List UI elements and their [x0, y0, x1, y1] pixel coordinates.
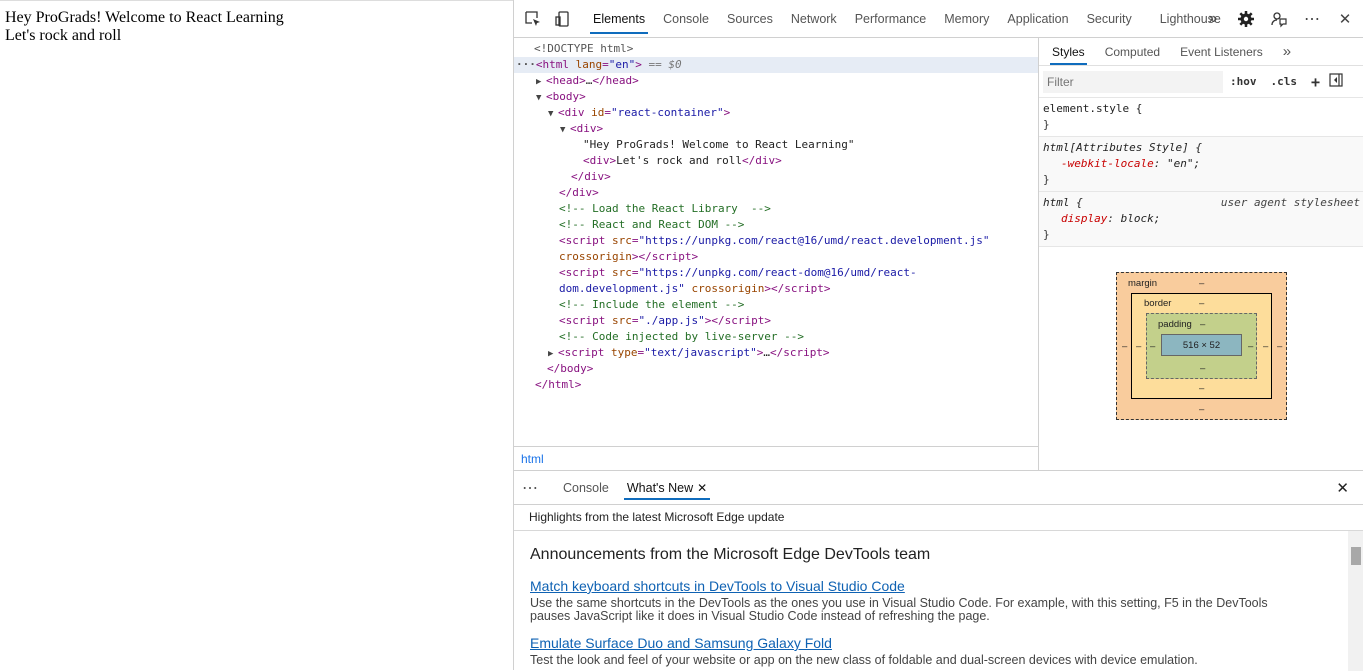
toolbar-right: » ⋯ ✕ [1195, 0, 1363, 38]
style-rule-user-agent[interactable]: html { user agent stylesheet display: bl… [1039, 192, 1363, 247]
toggle-sidebar-icon[interactable] [1329, 73, 1343, 90]
tab-event-listeners[interactable]: Event Listeners [1170, 38, 1273, 65]
tab-elements[interactable]: Elements [584, 0, 654, 38]
dom-node-react-container[interactable]: ▼ <div id="react-container"> [514, 105, 1038, 121]
new-rule-button[interactable]: + [1306, 73, 1325, 91]
dom-node-script[interactable]: <script src="https://unpkg.com/react@16/… [514, 233, 1038, 249]
whats-new-highlight: Highlights from the latest Microsoft Edg… [514, 505, 1363, 531]
whats-new-content: Announcements from the Microsoft Edge De… [514, 531, 1363, 671]
announcement-description: Test the look and feel of your website o… [530, 653, 1198, 667]
dom-node-inner-div[interactable]: <div>Let's rock and roll</div> [514, 153, 1038, 169]
close-tab-icon[interactable]: ✕ [697, 481, 707, 495]
announcements-heading: Announcements from the Microsoft Edge De… [530, 546, 931, 563]
announcement-link[interactable]: Emulate Surface Duo and Samsung Galaxy F… [530, 635, 1348, 651]
box-model-content[interactable]: 516 × 52 [1161, 334, 1242, 356]
drawer-close-icon[interactable]: ✕ [1327, 471, 1358, 505]
dom-close-div: </div> [559, 186, 599, 199]
dom-node-script[interactable]: ▶ <script type="text/javascript">…</scrip… [514, 345, 1038, 361]
device-toolbar-icon[interactable] [550, 6, 576, 32]
expand-arrow-icon[interactable]: ▶ [536, 74, 546, 90]
dom-node-script-cont[interactable]: dom.development.js" crossorigin></script… [514, 281, 1038, 297]
rule-source-label: user agent stylesheet [1220, 196, 1360, 209]
gear-icon[interactable] [1233, 6, 1259, 32]
announcement-link[interactable]: Match keyboard shortcuts in DevTools to … [530, 578, 1348, 594]
page-text-line-2: Let's rock and roll [5, 27, 122, 44]
tab-console[interactable]: Console [654, 0, 718, 38]
devtools-tabs: Elements Console Sources Network Perform… [584, 0, 1230, 38]
styles-subtabs: Styles Computed Event Listeners » [1039, 38, 1363, 66]
more-tabs-icon[interactable]: » [1200, 6, 1226, 32]
dom-node-div[interactable]: ▼ <div> [514, 121, 1038, 137]
devtools-drawer: ⋯ Console What's New ✕ ✕ Highlights from… [514, 470, 1363, 671]
style-rule-element[interactable]: element.style { } [1039, 98, 1363, 137]
dom-node-doctype[interactable]: <!DOCTYPE html> [514, 41, 1038, 57]
class-toggle-button[interactable]: .cls [1266, 75, 1303, 88]
drawer-tab-console[interactable]: Console [554, 471, 618, 504]
drawer-tabs: ⋯ Console What's New ✕ ✕ [514, 471, 1363, 505]
elements-panel: <!DOCTYPE html> ···<html lang="en"> == $… [514, 38, 1039, 470]
tab-security[interactable]: Security [1078, 0, 1141, 38]
dom-node-body[interactable]: ▼ <body> [514, 89, 1038, 105]
more-options-icon[interactable]: ⋯ [1299, 6, 1325, 32]
feedback-icon[interactable] [1266, 6, 1292, 32]
dom-node-script-cont[interactable]: crossorigin></script> [514, 249, 1038, 265]
dom-comment[interactable]: <!-- Code injected by live-server --> [514, 329, 1038, 345]
dom-comment[interactable]: <!-- Load the React Library --> [514, 201, 1038, 217]
dom-close-div: </div> [571, 170, 611, 183]
hover-state-button[interactable]: :hov [1225, 75, 1262, 88]
scrollbar-thumb[interactable] [1351, 547, 1361, 565]
breadcrumb-item-html[interactable]: html [521, 452, 544, 466]
dom-text-node[interactable]: "Hey ProGrads! Welcome to React Learning… [514, 137, 1038, 153]
box-model-margin[interactable]: margin – – – – border – – – – padding – … [1116, 272, 1287, 420]
inspect-icon[interactable] [520, 6, 546, 32]
dom-close-body: </body> [547, 362, 594, 375]
styles-filter-row: :hov .cls + [1039, 66, 1363, 98]
announcement-description: Use the same shortcuts in the DevTools a… [530, 596, 1268, 623]
tab-styles[interactable]: Styles [1042, 38, 1095, 65]
dom-node-script[interactable]: <script src="https://unpkg.com/react-dom… [514, 265, 1038, 281]
tab-computed[interactable]: Computed [1095, 38, 1170, 65]
breadcrumb: html [514, 446, 1039, 470]
dom-comment[interactable]: <!-- Include the element --> [514, 297, 1038, 313]
dom-tree: <!DOCTYPE html> ···<html lang="en"> == $… [514, 38, 1038, 391]
page-text-line-1: Hey ProGrads! Welcome to React Learning [5, 9, 284, 26]
drawer-tab-whats-new[interactable]: What's New ✕ [618, 471, 716, 504]
devtools-toolbar: Elements Console Sources Network Perform… [514, 0, 1363, 38]
collapse-arrow-icon[interactable]: ▼ [560, 122, 570, 138]
box-model-padding[interactable]: padding – – – – 516 × 52 [1146, 313, 1257, 379]
collapse-arrow-icon[interactable]: ▼ [548, 106, 558, 122]
tab-performance[interactable]: Performance [846, 0, 936, 38]
styles-filter-input[interactable] [1043, 70, 1223, 93]
box-model-border[interactable]: border – – – – padding – – – – 516 × 52 [1131, 293, 1272, 399]
tab-network[interactable]: Network [782, 0, 846, 38]
expand-arrow-icon[interactable]: ▶ [548, 346, 558, 362]
style-rule-attributes[interactable]: html[Attributes Style] { -webkit-locale:… [1039, 137, 1363, 192]
tab-sources[interactable]: Sources [718, 0, 782, 38]
tab-application[interactable]: Application [998, 0, 1077, 38]
dom-close-html: </html> [535, 378, 582, 391]
devtools-panel: Elements Console Sources Network Perform… [513, 0, 1363, 671]
dom-node-script[interactable]: <script src="./app.js"></script> [514, 313, 1038, 329]
page-viewport: Hey ProGrads! Welcome to React Learning … [0, 0, 513, 670]
dom-node-html[interactable]: ···<html lang="en"> == $0 [514, 57, 1038, 73]
dom-node-head[interactable]: ▶ <head>…</head> [514, 73, 1038, 89]
styles-pane: Styles Computed Event Listeners » :hov .… [1039, 38, 1363, 470]
close-icon[interactable]: ✕ [1332, 6, 1358, 32]
drawer-menu-icon[interactable]: ⋯ [514, 471, 554, 504]
tab-memory[interactable]: Memory [935, 0, 998, 38]
collapse-arrow-icon[interactable]: ▼ [536, 90, 546, 106]
dom-comment[interactable]: <!-- React and React DOM --> [514, 217, 1038, 233]
drawer-scrollbar[interactable] [1348, 531, 1363, 671]
more-subtabs-icon[interactable]: » [1273, 38, 1301, 65]
